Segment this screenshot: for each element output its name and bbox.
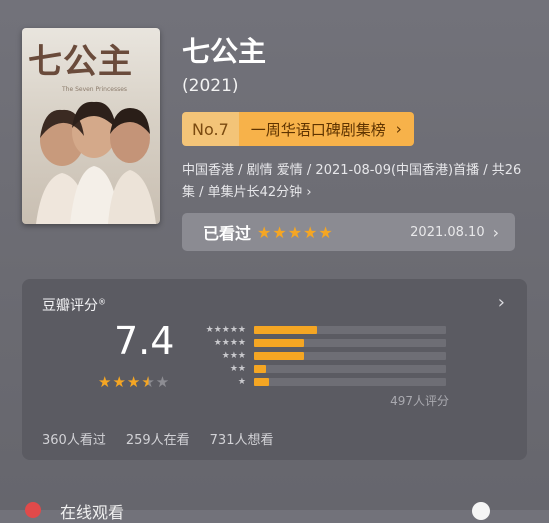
star-filled-icon: ★★★ (98, 373, 142, 391)
watched-status-bar[interactable]: 已看过 ★★★★★ 2021.08.10 › (182, 213, 515, 251)
rating-score: 7.4 (114, 319, 175, 363)
want-count[interactable]: 731人想看 (210, 429, 274, 448)
show-meta[interactable]: 中国香港 / 剧情 爱情 / 2021-08-09(中国香港)首播 / 共26集… (182, 160, 532, 204)
chevron-right-icon[interactable]: › (498, 292, 505, 313)
online-watch-icon (25, 502, 41, 518)
user-rating-stars: ★★★★★ (257, 222, 334, 242)
distribution-stars: ★★ (229, 363, 246, 374)
rating-stars: ★★★★★ (98, 373, 170, 391)
chevron-right-icon: › (492, 222, 499, 242)
registered-mark: ® (98, 297, 106, 307)
distribution-bar (254, 325, 318, 334)
distribution-track (254, 364, 446, 373)
douban-rating-card[interactable]: 豆瓣评分® › 7.4 ★★★★★ ★★★★★ ★★★★ ★★★ ★★ ★ 49… (22, 279, 527, 460)
rating-title: 豆瓣评分 (42, 298, 98, 314)
watching-count[interactable]: 259人在看 (126, 429, 190, 448)
distribution-row-5: ★★★★★ (198, 323, 454, 336)
seen-count[interactable]: 360人看过 (42, 429, 106, 448)
distribution-stars: ★ (237, 376, 246, 387)
distribution-stars: ★★★★ (213, 337, 246, 348)
watched-label: 已看过 (203, 224, 252, 243)
rank-list-label: 一周华语口碑剧集榜 (250, 120, 386, 139)
rank-list: 一周华语口碑剧集榜 › (238, 112, 414, 146)
star-half-icon: ★ (141, 373, 156, 391)
distribution-track (254, 351, 446, 360)
chevron-right-icon: › (395, 120, 402, 138)
distribution-track (254, 338, 446, 347)
show-title: 七公主 (182, 35, 267, 68)
rating-card-title: 豆瓣评分® (42, 295, 106, 315)
online-watch-label[interactable]: 在线观看 (60, 499, 124, 523)
distribution-bar (254, 351, 304, 360)
poster-figures (36, 101, 156, 224)
distribution-track (254, 377, 446, 386)
watch-stats: 360人看过 259人在看 731人想看 (42, 429, 273, 448)
watched-date: 2021.08.10 (410, 224, 485, 240)
distribution-track (254, 325, 446, 334)
show-year: (2021) (182, 76, 239, 96)
rating-distribution: ★★★★★ ★★★★ ★★★ ★★ ★ (198, 323, 454, 388)
footer-action-icon[interactable] (472, 502, 490, 520)
distribution-bar (254, 377, 270, 386)
rating-count: 497人评分 (390, 394, 449, 408)
star-empty-icon: ★ (155, 373, 171, 391)
rank-number: No.7 (182, 112, 239, 146)
distribution-bar (254, 338, 304, 347)
distribution-bar (254, 364, 266, 373)
distribution-stars: ★★★★★ (205, 324, 246, 335)
distribution-row-2: ★★ (198, 362, 454, 375)
distribution-row-3: ★★★ (198, 349, 454, 362)
ranking-badge[interactable]: No.7 一周华语口碑剧集榜 › (182, 112, 414, 146)
distribution-stars: ★★★ (221, 350, 246, 361)
distribution-row-4: ★★★★ (198, 336, 454, 349)
distribution-row-1: ★ (198, 375, 454, 388)
poster-image[interactable]: 七公主 The Seven Princesses (22, 28, 160, 224)
